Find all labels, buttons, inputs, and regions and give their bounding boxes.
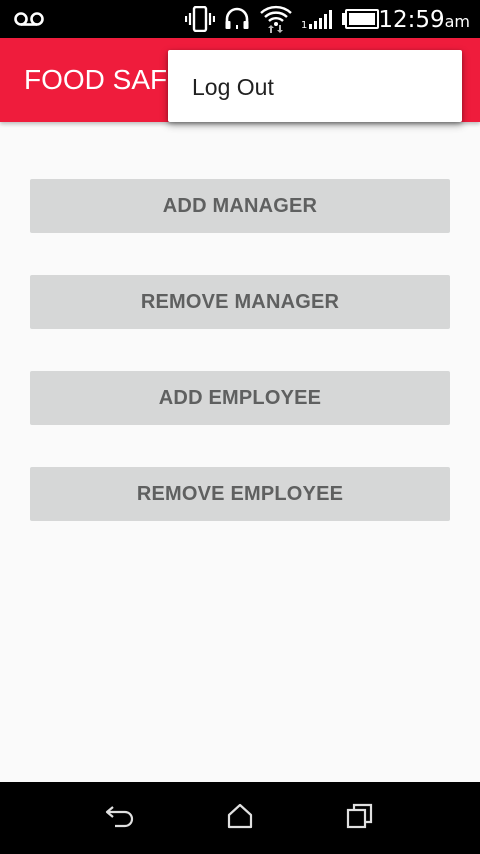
home-icon [226, 803, 254, 834]
back-icon [105, 803, 135, 834]
status-time-value: 12:59 [378, 7, 445, 33]
app-title: FOOD SAFETY [24, 64, 184, 95]
home-button[interactable] [200, 782, 280, 854]
wifi-icon [258, 0, 294, 38]
vibrate-icon [184, 0, 216, 38]
recents-icon [346, 803, 374, 834]
signal-icon: 1 [300, 0, 336, 38]
svg-text:1: 1 [301, 20, 307, 30]
remove-manager-button[interactable]: REMOVE MANAGER [30, 275, 450, 329]
headset-icon [222, 0, 252, 38]
overflow-menu: Log Out [168, 50, 462, 122]
navigation-bar [0, 782, 480, 854]
recents-button[interactable] [320, 782, 400, 854]
status-time-ampm: am [444, 12, 470, 31]
add-manager-button[interactable]: ADD MANAGER [30, 179, 450, 233]
status-time: 12:59am [378, 0, 470, 38]
status-bar: 1 12:59am [0, 0, 480, 38]
back-button[interactable] [80, 782, 160, 854]
app-screen: 1 12:59am FOOD SAFETY Log Out ADD MANAGE… [0, 0, 480, 854]
battery-icon [340, 0, 380, 38]
menu-item-log-out[interactable]: Log Out [168, 50, 462, 122]
remove-employee-button[interactable]: REMOVE EMPLOYEE [30, 467, 450, 521]
add-employee-button[interactable]: ADD EMPLOYEE [30, 371, 450, 425]
voicemail-icon [12, 0, 46, 38]
actions-list: ADD MANAGER REMOVE MANAGER ADD EMPLOYEE … [30, 179, 450, 563]
